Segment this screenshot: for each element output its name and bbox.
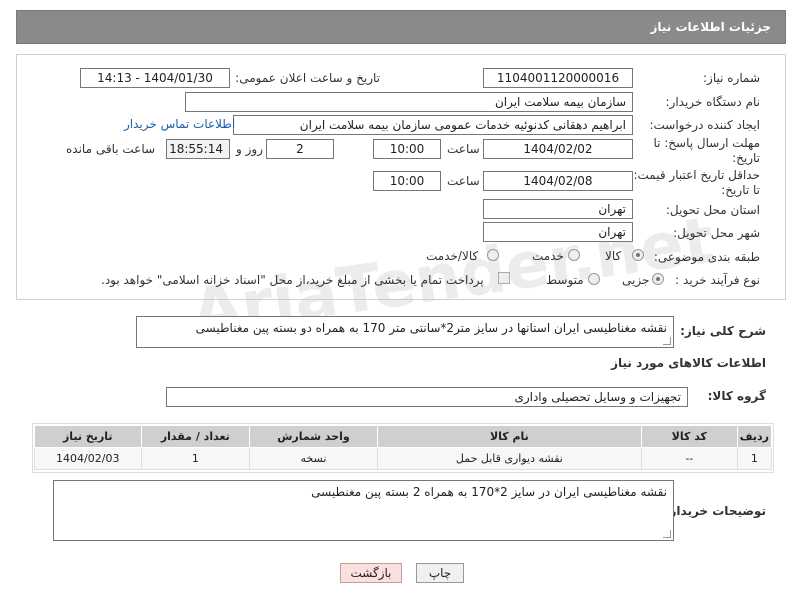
cell-qty: 1	[140, 447, 251, 470]
buyer-org-label: نام دستگاه خریدار:	[665, 95, 761, 109]
payment-checkbox[interactable]	[498, 272, 510, 284]
days-label: روز و	[236, 142, 263, 156]
description-textarea[interactable]: نقشه مغناطیسی ایران استانها در سایز متر2…	[136, 316, 674, 348]
page-title: جزئیات اطلاعات نیاز	[650, 20, 771, 34]
deadline-label-date: تاریخ:	[732, 151, 760, 165]
contact-link[interactable]: اطلاعات تماس خریدار	[124, 117, 235, 131]
items-table: ردیف کد کالا نام کالا واحد شمارش تعداد /…	[34, 425, 773, 470]
category-option-goods: کالا	[605, 249, 622, 263]
category-option-service: خدمت	[532, 249, 564, 263]
col-unit: واحد شمارش	[249, 425, 378, 448]
process-label: نوع فرآیند خرید :	[675, 273, 760, 287]
cell-unit: نسخه	[249, 447, 378, 470]
validity-time-label: ساعت	[447, 174, 480, 188]
process-option-medium: متوسط	[546, 273, 584, 287]
city-field: تهران	[483, 222, 633, 242]
province-field: تهران	[483, 199, 633, 219]
process-radio-minor[interactable]	[652, 273, 664, 285]
announce-label: تاریخ و ساعت اعلان عمومی:	[235, 71, 380, 85]
print-button[interactable]: چاپ	[416, 563, 464, 583]
category-radio-goods[interactable]	[632, 249, 644, 261]
buyer-notes-label: توضیحات خریدار:	[664, 504, 766, 518]
cell-code: --	[640, 447, 738, 470]
description-text: نقشه مغناطیسی ایران استانها در سایز متر2…	[195, 321, 667, 335]
buyer-notes-text: نقشه مغناطیسی ایران در سایز 2*170 به همر…	[311, 485, 667, 499]
remaining-time-field: 18:55:14	[166, 139, 230, 159]
resize-handle-icon[interactable]	[663, 530, 671, 538]
category-label: طبقه بندی موضوعی:	[653, 250, 760, 264]
goods-group-field: تجهیزات و وسایل تحصیلی واداری	[166, 387, 688, 407]
validity-time-field: 10:00	[373, 171, 441, 191]
validity-label: حداقل تاریخ اعتبار قیمت:	[633, 168, 760, 182]
validity-date-field: 1404/02/08	[483, 171, 633, 191]
need-number-label: شماره نیاز:	[703, 71, 760, 85]
back-button[interactable]: بازگشت	[340, 563, 402, 583]
buyer-notes-textarea[interactable]: نقشه مغناطیسی ایران در سایز 2*170 به همر…	[53, 480, 674, 541]
category-option-both: کالا/خدمت	[426, 249, 479, 263]
col-qty: تعداد / مقدار	[140, 425, 251, 448]
deadline-label: مهلت ارسال پاسخ: تا	[653, 136, 760, 150]
need-number-field: 1104001120000016	[483, 68, 633, 88]
deadline-time-label: ساعت	[447, 142, 480, 156]
payment-note: پرداخت تمام یا بخشی از مبلغ خرید،از محل …	[101, 273, 484, 287]
creator-field: ابراهیم دهقانی کدنوئیه خدمات عمومی سازما…	[233, 115, 633, 135]
table-header-row: ردیف کد کالا نام کالا واحد شمارش تعداد /…	[34, 425, 773, 448]
col-code: کد کالا	[640, 425, 738, 448]
buyer-org-field: سازمان بیمه سلامت ایران	[185, 92, 633, 112]
cell-row: 1	[736, 447, 773, 470]
announce-field: 1404/01/30 - 14:13	[80, 68, 230, 88]
cell-date: 1404/02/03	[34, 447, 142, 470]
validity-label-date: تا تاریخ:	[721, 183, 760, 197]
deadline-date-field: 1404/02/02	[483, 139, 633, 159]
col-row: ردیف	[736, 425, 773, 448]
category-radio-both[interactable]	[487, 249, 499, 261]
deadline-time-field: 10:00	[373, 139, 441, 159]
goods-group-label: گروه کالا:	[707, 389, 766, 403]
process-radio-medium[interactable]	[588, 273, 600, 285]
province-label: استان محل تحویل:	[665, 203, 760, 217]
city-label: شهر محل تحویل:	[673, 226, 760, 240]
col-date: تاریخ نیاز	[34, 425, 142, 448]
creator-label: ایجاد کننده درخواست:	[649, 118, 760, 132]
page-header: جزئیات اطلاعات نیاز	[16, 10, 786, 44]
remaining-label: ساعت باقی مانده	[66, 142, 156, 156]
table-row: 1 -- نقشه دیواری قابل حمل نسخه 1 1404/02…	[34, 447, 773, 470]
process-option-minor: جزیی	[622, 273, 650, 287]
col-name: نام کالا	[376, 425, 642, 448]
category-radio-service[interactable]	[568, 249, 580, 261]
cell-name: نقشه دیواری قابل حمل	[376, 447, 642, 470]
description-label: شرح کلی نیاز:	[680, 324, 766, 338]
resize-handle-icon[interactable]	[663, 337, 671, 345]
goods-info-title: اطلاعات کالاهای مورد نیاز	[611, 356, 766, 370]
days-field: 2	[266, 139, 334, 159]
